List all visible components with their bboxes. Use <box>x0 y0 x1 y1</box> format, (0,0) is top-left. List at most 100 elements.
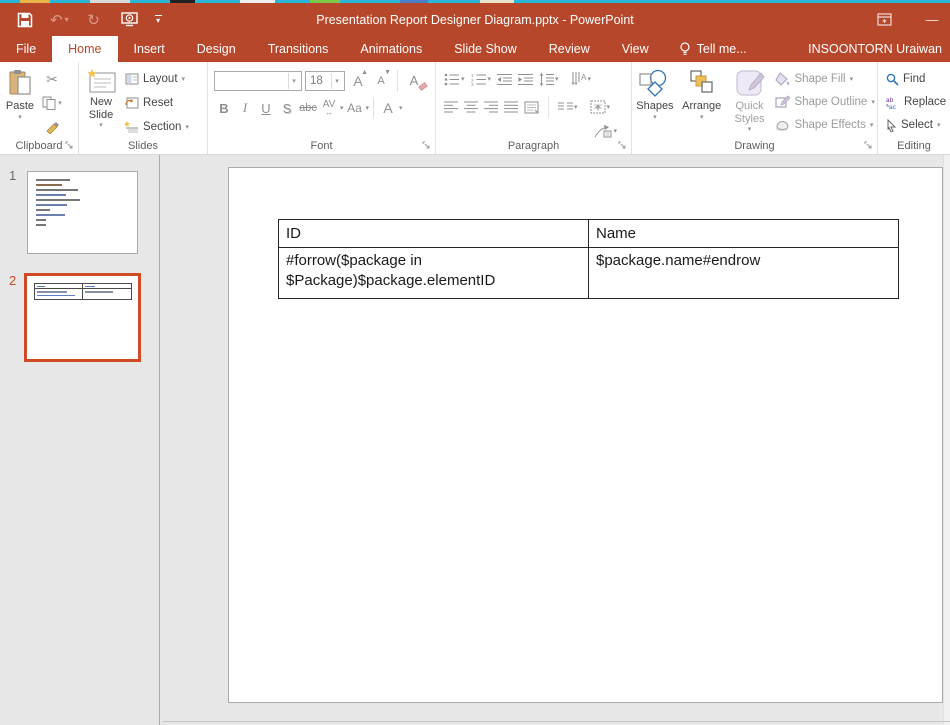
slide-1-thumbnail[interactable] <box>27 171 138 254</box>
align-center-button[interactable] <box>464 101 478 113</box>
table-header-id[interactable]: ID <box>279 220 589 248</box>
slide-2-thumbnail[interactable] <box>24 273 141 362</box>
tab-design[interactable]: Design <box>181 36 252 62</box>
text-shadow-button[interactable]: S <box>277 98 297 119</box>
align-left-button[interactable] <box>444 101 458 113</box>
table-cell-name[interactable]: $package.name#endrow <box>589 248 899 299</box>
minimize-button[interactable]: — <box>922 10 942 30</box>
tab-file[interactable]: File <box>0 36 52 62</box>
cut-icon[interactable]: ✂ <box>40 68 64 90</box>
shapes-icon <box>638 69 672 97</box>
tab-view[interactable]: View <box>606 36 665 62</box>
paragraph-dialog-launcher-icon[interactable] <box>618 141 628 151</box>
tab-animations[interactable]: Animations <box>344 36 438 62</box>
group-paragraph: ▾ 123 ▾ ▾ A ▾ <box>436 62 632 154</box>
font-size-value: 18 <box>310 75 323 87</box>
select-button[interactable]: Select ▾ <box>884 114 950 136</box>
strikethrough-button[interactable]: abc <box>298 98 318 119</box>
replace-icon: abac <box>886 96 900 109</box>
vertical-scrollbar[interactable] <box>943 155 950 725</box>
section-icon <box>125 121 139 133</box>
bold-button[interactable]: B <box>214 98 234 119</box>
shape-fill-button[interactable]: Shape Fill ▾ <box>773 68 877 90</box>
svg-text:ab: ab <box>886 97 894 104</box>
shape-effects-icon <box>775 118 790 132</box>
layout-icon <box>125 73 139 85</box>
font-color-button[interactable]: A <box>378 98 398 119</box>
paste-label: Paste <box>6 100 34 113</box>
decrease-font-size-button[interactable]: A▼ <box>371 70 391 91</box>
convert-to-smartart-button[interactable]: ▾ <box>594 124 617 138</box>
font-name-combobox[interactable]: ▾ <box>214 71 302 91</box>
ribbon-display-options-icon[interactable] <box>874 10 894 30</box>
change-case-button[interactable]: Aa <box>345 98 365 119</box>
shape-outline-label: Shape Outline <box>794 96 867 108</box>
layout-button[interactable]: Layout ▾ <box>123 68 205 90</box>
shape-outline-button[interactable]: Shape Outline ▾ <box>773 91 877 113</box>
character-spacing-button[interactable]: AV↔ <box>319 98 339 119</box>
tell-me-box[interactable]: Tell me... <box>665 36 761 62</box>
table-row: #forrow($package in $Package)$package.el… <box>279 248 899 299</box>
tab-slide-show[interactable]: Slide Show <box>438 36 533 62</box>
find-button[interactable]: Find <box>884 68 950 90</box>
replace-button[interactable]: abac Replace <box>884 91 950 113</box>
table-cell-id[interactable]: #forrow($package in $Package)$package.el… <box>279 248 589 299</box>
clear-formatting-button[interactable]: A <box>404 70 424 91</box>
account-name[interactable]: INSOONTORN Uraiwan <box>808 36 942 62</box>
table-header-row: ID Name <box>279 220 899 248</box>
line-spacing-button[interactable]: ▾ <box>539 73 559 86</box>
customize-qat-dropdown-icon[interactable]: ▾ <box>155 15 162 25</box>
tab-home[interactable]: Home <box>52 36 117 62</box>
tab-insert[interactable]: Insert <box>118 36 181 62</box>
slide-1-number: 1 <box>9 168 16 183</box>
drawing-dialog-launcher-icon[interactable] <box>864 141 874 151</box>
tab-review[interactable]: Review <box>533 36 606 62</box>
slide-canvas[interactable]: ID Name #forrow($package in $Package)$pa… <box>228 167 943 703</box>
section-button[interactable]: Section ▾ <box>123 116 205 138</box>
text-direction-button[interactable]: A ▾ <box>571 72 592 86</box>
justify-button[interactable] <box>504 101 518 113</box>
font-dialog-launcher-icon[interactable] <box>422 141 432 151</box>
paste-icon <box>8 69 32 97</box>
font-size-dropdown-icon[interactable]: ▾ <box>331 73 342 89</box>
title-bar: ↶▾ ↻ ▾ Presentation Report Designer Diag… <box>0 3 950 36</box>
font-name-dropdown-icon[interactable]: ▾ <box>288 73 299 89</box>
font-size-combobox[interactable]: 18 ▾ <box>305 71 345 91</box>
ribbon-tab-row: File Home Insert Design Transitions Anim… <box>0 36 950 62</box>
reset-icon <box>125 97 139 109</box>
increase-indent-button[interactable] <box>518 73 533 86</box>
bullets-button[interactable]: ▾ <box>444 73 465 86</box>
numbering-button[interactable]: 123 ▾ <box>471 73 492 86</box>
table-header-name[interactable]: Name <box>589 220 899 248</box>
section-label: Section <box>143 121 181 133</box>
tell-me-label: Tell me... <box>697 42 747 56</box>
select-icon <box>886 119 897 132</box>
undo-dropdown-icon[interactable]: ▾ <box>65 16 69 24</box>
clipboard-dialog-launcher-icon[interactable] <box>65 141 75 151</box>
align-right-button[interactable] <box>484 101 498 113</box>
columns-button[interactable]: ▾ <box>558 101 578 113</box>
tab-transitions[interactable]: Transitions <box>252 36 345 62</box>
group-clipboard: Paste ▾ ✂ ▾ Clipboard <box>0 62 79 154</box>
italic-button[interactable]: I <box>235 98 255 119</box>
reset-button[interactable]: Reset <box>123 92 205 114</box>
save-icon[interactable] <box>14 9 36 31</box>
shape-effects-button[interactable]: Shape Effects ▾ <box>773 114 877 136</box>
shape-fill-label: Shape Fill <box>794 73 845 85</box>
start-slideshow-icon[interactable] <box>119 9 141 31</box>
find-label: Find <box>903 73 925 85</box>
underline-button[interactable]: U <box>256 98 276 119</box>
decrease-indent-button[interactable] <box>497 73 512 86</box>
editing-group-label: Editing <box>878 140 950 152</box>
svg-text:A: A <box>581 73 587 82</box>
format-painter-icon[interactable] <box>40 116 64 138</box>
increase-font-size-button[interactable]: A▲ <box>348 70 368 91</box>
undo-button[interactable]: ↶▾ <box>50 11 69 29</box>
find-icon <box>886 73 899 86</box>
slide-table[interactable]: ID Name #forrow($package in $Package)$pa… <box>278 219 899 299</box>
distribute-text-button[interactable] <box>524 101 539 114</box>
quick-styles-icon <box>735 69 765 97</box>
copy-icon[interactable]: ▾ <box>40 92 64 114</box>
align-text-button[interactable]: ▾ <box>590 100 611 114</box>
redo-button[interactable]: ↻ <box>83 9 105 31</box>
